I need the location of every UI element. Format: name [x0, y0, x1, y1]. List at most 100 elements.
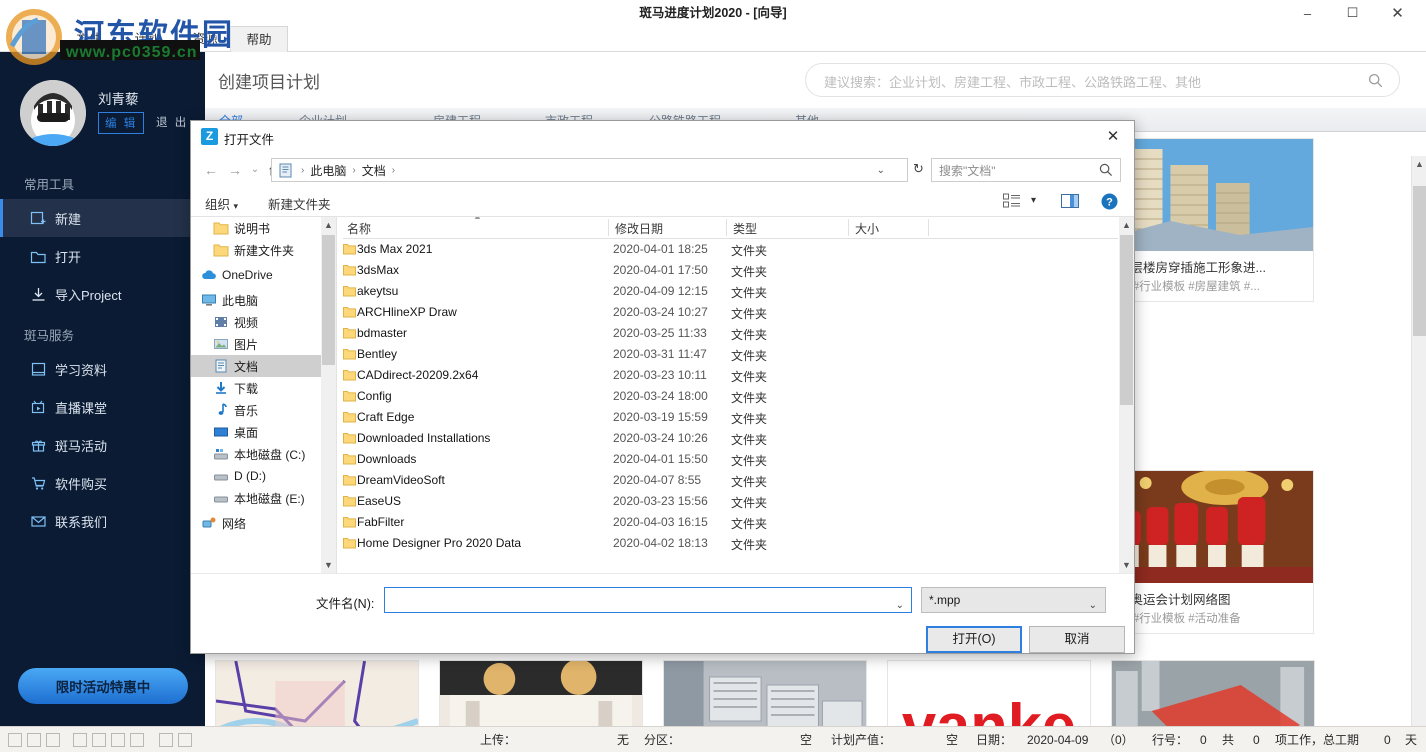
scroll-down-arrow[interactable]: ▼ — [1119, 557, 1134, 573]
scrollbar-thumb[interactable] — [1120, 235, 1133, 405]
scrollbar-thumb[interactable] — [1413, 186, 1426, 336]
tree-node-this-pc[interactable]: 此电脑 — [191, 289, 336, 311]
sidebar-item-open[interactable]: 打开 — [0, 237, 205, 275]
tree-node-documents[interactable]: 文档 — [191, 355, 336, 377]
column-divider[interactable] — [848, 219, 849, 236]
new-folder-button[interactable]: 新建文件夹 — [268, 194, 331, 213]
view-mode-button[interactable] — [1003, 193, 1021, 214]
tree-node-drive-c[interactable]: 本地磁盘 (C:) — [191, 443, 336, 465]
gantt-view-icon[interactable] — [8, 732, 22, 747]
scrollbar-thumb[interactable] — [322, 235, 335, 365]
file-row[interactable]: bdmaster 2020-03-25 11:33 文件夹 — [343, 323, 1118, 344]
tree-node-downloads[interactable]: 下载 — [191, 377, 336, 399]
tree-scrollbar[interactable]: ▲ ▼ — [321, 217, 336, 573]
open-button[interactable]: 打开(O) — [926, 626, 1022, 653]
template-card[interactable]: 高层楼房穿插施工形象进... 业 #行业模板 #房屋建筑 #... — [1110, 138, 1314, 302]
file-list-scrollbar[interactable]: ▲ ▼ — [1119, 217, 1134, 573]
link-view-icon[interactable] — [159, 732, 173, 747]
menu-plan[interactable]: 计划 — [118, 26, 176, 52]
tree-node[interactable]: 新建文件夹 — [191, 239, 336, 261]
resource-view-icon[interactable] — [73, 732, 87, 747]
file-type-filter-select[interactable]: *.mpp ⌄ — [921, 587, 1106, 613]
refresh-button[interactable]: ↻ — [913, 161, 924, 177]
template-search-box[interactable]: 建议搜索：企业计划、房建工程、市政工程、公路铁路工程、其他 — [805, 63, 1400, 97]
cancel-button[interactable]: 取消 — [1029, 626, 1125, 653]
file-row[interactable]: Downloaded Installations 2020-03-24 10:2… — [343, 428, 1118, 449]
help-button[interactable]: ? — [1101, 193, 1118, 215]
template-card[interactable]: 我奥运会计划网络图 业 #行业模板 #活动准备 — [1110, 470, 1314, 634]
file-row[interactable]: 3ds Max 2021 2020-04-01 18:25 文件夹 — [343, 239, 1118, 260]
menu-file[interactable]: 文件 — [60, 26, 118, 52]
column-divider[interactable] — [726, 219, 727, 236]
column-header-name[interactable]: 名称 — [347, 220, 371, 237]
address-dropdown-icon[interactable]: ⌄ — [877, 165, 885, 176]
minimize-button[interactable]: – — [1285, 0, 1330, 26]
back-button[interactable]: ← — [201, 160, 221, 180]
organize-button[interactable]: 组织 ▾ — [205, 194, 238, 213]
tree-node-desktop[interactable]: 桌面 — [191, 421, 336, 443]
file-row[interactable]: 3dsMax 2020-04-01 17:50 文件夹 — [343, 260, 1118, 281]
tree-node-pictures[interactable]: 图片 — [191, 333, 336, 355]
tree-node[interactable]: 说明书 — [191, 217, 336, 239]
close-button[interactable]: ✕ — [1375, 0, 1420, 26]
sidebar-item-contact[interactable]: 联系我们 — [0, 502, 205, 540]
scroll-up-arrow[interactable]: ▲ — [1119, 217, 1134, 233]
column-header-date[interactable]: 修改日期 — [615, 220, 663, 237]
scroll-down-arrow[interactable]: ▼ — [321, 557, 336, 573]
sidebar-item-import-project[interactable]: 导入Project — [0, 275, 205, 313]
column-header-type[interactable]: 类型 — [733, 220, 757, 237]
sidebar-item-activity[interactable]: 斑马活动 — [0, 426, 205, 464]
edit-profile-button[interactable]: 编 辑 — [98, 112, 145, 134]
scroll-up-arrow[interactable]: ▲ — [1412, 156, 1426, 172]
column-header-size[interactable]: 大小 — [855, 220, 879, 237]
logout-button[interactable]: 退 出 — [156, 114, 188, 130]
column-divider[interactable] — [608, 219, 609, 236]
tree-node-onedrive[interactable]: OneDrive — [191, 264, 336, 286]
tree-node-drive-e[interactable]: 本地磁盘 (E:) — [191, 487, 336, 509]
preview-pane-button[interactable] — [1061, 193, 1079, 214]
file-row[interactable]: akeytsu 2020-04-09 12:15 文件夹 — [343, 281, 1118, 302]
chevron-down-icon[interactable]: ⌄ — [1089, 594, 1097, 618]
dialog-close-button[interactable]: ✕ — [1092, 121, 1134, 152]
menu-help[interactable]: 帮助 — [230, 26, 288, 53]
file-row[interactable]: DreamVideoSoft 2020-04-07 8:55 文件夹 — [343, 470, 1118, 491]
scroll-up-arrow[interactable]: ▲ — [321, 217, 336, 233]
promo-button[interactable]: 限时活动特惠中 — [18, 668, 188, 704]
network-view-icon[interactable] — [46, 732, 60, 747]
file-row[interactable]: EaseUS 2020-03-23 15:56 文件夹 — [343, 491, 1118, 512]
tree-node-music[interactable]: 音乐 — [191, 399, 336, 421]
file-row[interactable]: FabFilter 2020-04-03 16:15 文件夹 — [343, 512, 1118, 533]
template-card[interactable] — [1111, 660, 1315, 726]
file-row[interactable]: Bentley 2020-03-31 11:47 文件夹 — [343, 344, 1118, 365]
maximize-button[interactable]: ☐ — [1330, 0, 1375, 26]
forward-button[interactable]: → — [225, 160, 245, 180]
chevron-down-icon[interactable]: ▾ — [1031, 195, 1036, 206]
chevron-down-icon[interactable]: ⌄ — [896, 594, 904, 618]
dialog-search-input[interactable]: 搜索"文档" — [931, 158, 1121, 182]
tree-node-network[interactable]: 网络 — [191, 512, 336, 534]
column-divider[interactable] — [928, 219, 929, 236]
curve-chart-icon[interactable] — [130, 732, 144, 747]
file-row[interactable]: Craft Edge 2020-03-19 15:59 文件夹 — [343, 407, 1118, 428]
sidebar-item-live-class[interactable]: 直播课堂 — [0, 388, 205, 426]
pie-chart-icon[interactable] — [92, 732, 106, 747]
address-bar[interactable]: › 此电脑 › 文档 › ⌄ — [271, 158, 908, 182]
file-row[interactable]: ARCHlineXP Draw 2020-03-24 10:27 文件夹 — [343, 302, 1118, 323]
breadcrumb-documents[interactable]: 文档 — [360, 162, 388, 179]
sidebar-item-learning[interactable]: 学习资料 — [0, 350, 205, 388]
file-row[interactable]: Downloads 2020-04-01 15:50 文件夹 — [343, 449, 1118, 470]
tree-node-drive-d[interactable]: D (D:) — [191, 465, 336, 487]
breadcrumb-this-pc[interactable]: 此电脑 — [308, 162, 348, 179]
menu-resource[interactable]: 资源 — [176, 26, 234, 52]
file-row[interactable]: CADdirect-20209.2x64 2020-03-23 10:11 文件… — [343, 365, 1118, 386]
report-view-icon[interactable] — [178, 732, 192, 747]
filename-input[interactable]: ⌄ — [384, 587, 912, 613]
tree-node-videos[interactable]: 视频 — [191, 311, 336, 333]
calendar-view-icon[interactable] — [111, 732, 125, 747]
avatar[interactable] — [20, 80, 86, 146]
file-row[interactable]: Home Designer Pro 2020 Data 2020-04-02 1… — [343, 533, 1118, 554]
table-view-icon[interactable] — [27, 732, 41, 747]
file-row[interactable]: Config 2020-03-24 18:00 文件夹 — [343, 386, 1118, 407]
sidebar-item-new[interactable]: 新建 — [0, 199, 205, 237]
cards-scrollbar[interactable]: ▲ ▼ — [1411, 156, 1426, 726]
